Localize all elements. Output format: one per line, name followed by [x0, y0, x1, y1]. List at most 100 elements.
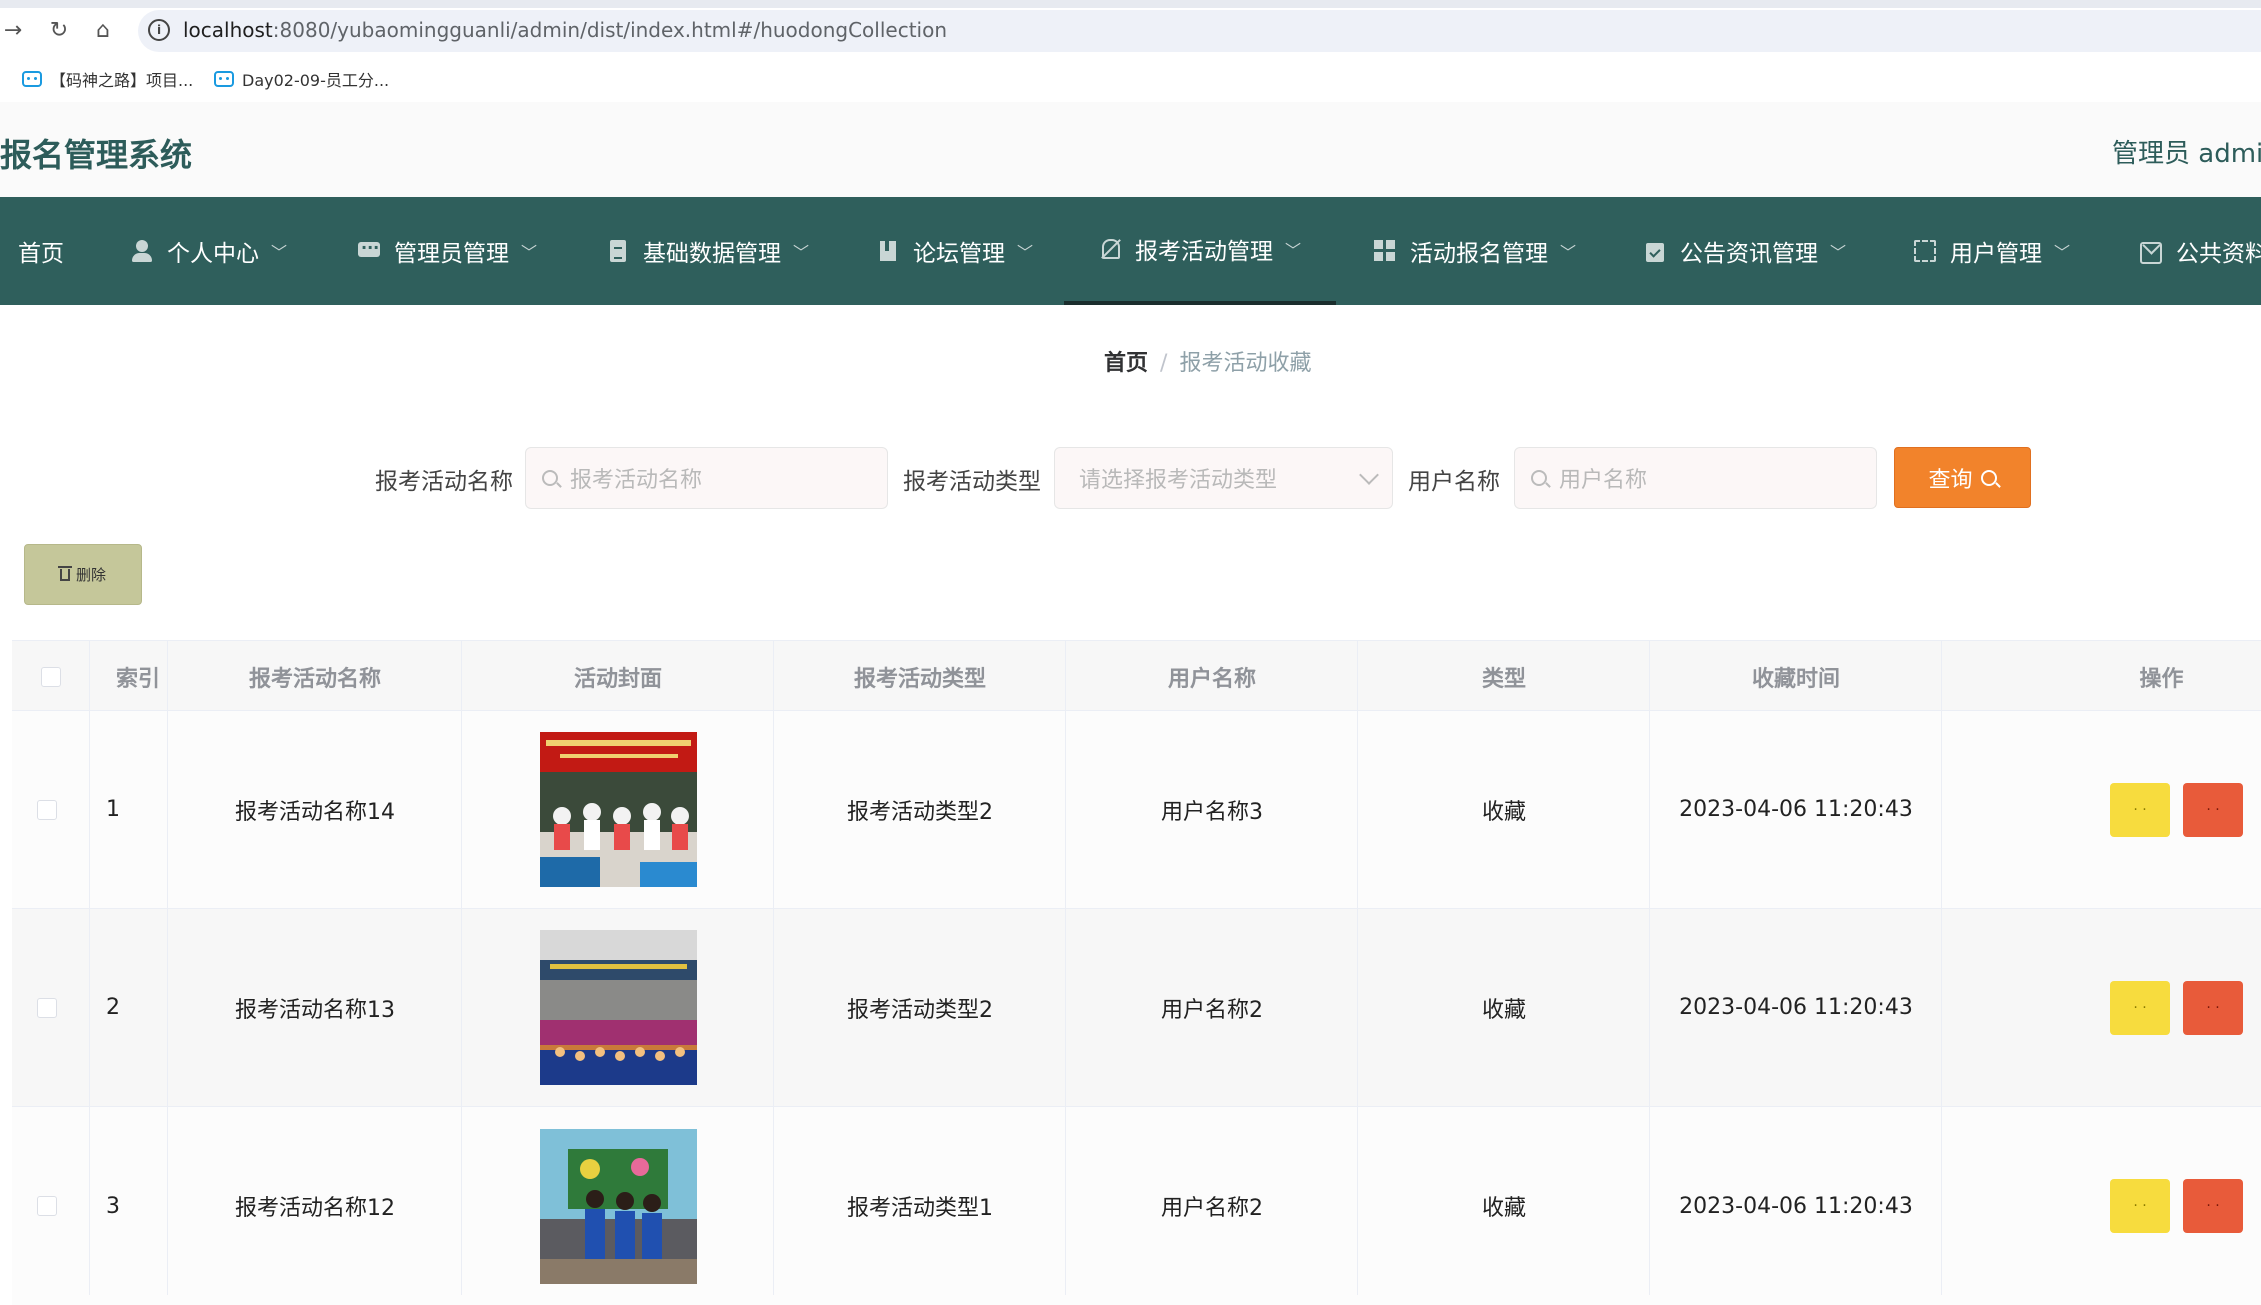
- row-index: 1: [106, 797, 120, 822]
- query-button[interactable]: 查询: [1894, 447, 2031, 508]
- column-divider: [89, 640, 90, 1295]
- column-header-username: 用户名称: [1167, 666, 1256, 692]
- chevron-down-icon: ﹀: [1560, 243, 1577, 262]
- delete-button-label: 删除: [75, 566, 106, 584]
- activity-cover-image[interactable]: [539, 732, 697, 887]
- search-icon: [1980, 469, 1997, 486]
- nav-item-forum[interactable]: 论坛管理 ﹀: [877, 197, 1033, 305]
- search-icon: [542, 470, 558, 486]
- delete-button[interactable]: · ·: [2183, 1179, 2243, 1233]
- column-header-cover: 活动封面: [573, 666, 662, 692]
- nav-item-label: 公告资讯管理: [1680, 241, 1818, 267]
- row-checkbox-cell: [12, 909, 82, 1106]
- bookmark-item[interactable]: 【码神之路】项目...: [22, 66, 193, 92]
- url-text[interactable]: localhost:8080/yubaomingguanli/admin/dis…: [183, 18, 947, 42]
- row-activity-type: 报考活动类型2: [847, 799, 993, 825]
- nav-item-label: 管理员管理: [394, 241, 509, 267]
- bell-off-icon: [1099, 238, 1121, 260]
- nav-item-public-materials[interactable]: 公共资料: [2140, 197, 2261, 305]
- row-collect-time: 2023-04-06 11:20:43: [1679, 797, 1913, 822]
- column-divider: [773, 640, 774, 1295]
- row-kind: 收藏: [1481, 1196, 1526, 1221]
- row-checkbox[interactable]: [37, 997, 57, 1018]
- row-username: 用户名称2: [1161, 1196, 1263, 1221]
- column-header-activity-name: 报考活动名称: [248, 666, 381, 692]
- user-icon: [131, 240, 153, 262]
- activity-cover-image[interactable]: [539, 1128, 697, 1284]
- column-divider: [167, 640, 168, 1295]
- username-label: 用户名称: [1408, 469, 1500, 495]
- home-icon[interactable]: ⌂: [90, 18, 116, 44]
- delete-button[interactable]: · ·: [2183, 783, 2243, 837]
- row-checkbox[interactable]: [37, 1196, 57, 1216]
- nav-item-home[interactable]: 首页: [18, 197, 64, 305]
- chevron-down-icon: ﹀: [2054, 243, 2071, 262]
- fullscreen-icon: [1914, 240, 1936, 262]
- nav-item-basic-data[interactable]: 基础数据管理 ﹀: [607, 197, 809, 305]
- nav-item-activity-management[interactable]: 报考活动管理 ﹀: [1064, 197, 1336, 305]
- nav-item-registration[interactable]: 活动报名管理 ﹀: [1374, 197, 1576, 305]
- column-header-actions: 操作: [2139, 666, 2184, 692]
- row-kind: 收藏: [1481, 799, 1526, 825]
- chevron-down-icon: [1359, 465, 1379, 485]
- nav-item-label: 首页: [18, 241, 64, 267]
- nav-item-admin-management[interactable]: 管理员管理 ﹀: [358, 197, 537, 305]
- breadcrumb-home[interactable]: 首页: [1104, 351, 1148, 376]
- row-cover-cell: [462, 711, 774, 908]
- reload-icon[interactable]: ↻: [46, 18, 72, 44]
- row-collect-time: 2023-04-06 11:20:43: [1679, 1193, 1913, 1219]
- activity-cover-image[interactable]: [539, 930, 697, 1085]
- column-divider: [1357, 640, 1358, 1295]
- book-icon: [877, 240, 899, 262]
- row-activity-name: 报考活动名称13: [235, 997, 395, 1023]
- grid-icon: [1374, 240, 1396, 262]
- nav-item-label: 报考活动管理: [1134, 239, 1273, 265]
- edit-button[interactable]: · ·: [2110, 981, 2170, 1035]
- activity-name-input[interactable]: 报考活动名称: [525, 447, 888, 509]
- nav-item-announcements[interactable]: 公告资讯管理 ﹀: [1644, 197, 1846, 305]
- row-activity-type: 报考活动类型2: [847, 997, 993, 1023]
- delete-button[interactable]: · ·: [2183, 981, 2243, 1035]
- batch-delete-button[interactable]: 删除: [24, 544, 142, 605]
- search-icon: [1531, 470, 1547, 486]
- chat-icon: [358, 234, 380, 262]
- nav-item-label: 用户管理: [1950, 241, 2042, 267]
- breadcrumb: 首页 / 报考活动收藏: [1104, 345, 1311, 377]
- edit-button[interactable]: · ·: [2110, 783, 2170, 837]
- bookmark-item[interactable]: Day02-09-员工分...: [214, 66, 389, 92]
- username-placeholder: 用户名称: [1559, 468, 1648, 493]
- username-input[interactable]: 用户名称: [1514, 447, 1877, 509]
- chevron-down-icon: ﹀: [1017, 243, 1034, 262]
- column-divider: [1649, 640, 1650, 1295]
- activity-name-label: 报考活动名称: [375, 469, 513, 495]
- activity-type-placeholder: 请选择报考活动类型: [1079, 468, 1278, 493]
- activity-type-select[interactable]: 请选择报考活动类型: [1054, 447, 1393, 509]
- row-checkbox[interactable]: [37, 799, 57, 820]
- select-all-checkbox[interactable]: [41, 666, 61, 687]
- column-header-collect-time: 收藏时间: [1751, 666, 1840, 692]
- row-activity-type: 报考活动类型1: [847, 1196, 993, 1221]
- nav-item-personal-center[interactable]: 个人中心 ﹀: [131, 197, 287, 305]
- table-row: 2 报考活动名称13 报考活动类型2 用户名称2 收藏 2023-04-06 1…: [12, 909, 2261, 1107]
- app-title: 预报名管理系统: [0, 136, 193, 174]
- nav-item-users[interactable]: 用户管理 ﹀: [1914, 197, 2070, 305]
- column-header-activity-type: 报考活动类型: [853, 666, 986, 692]
- chevron-down-icon: ﹀: [1284, 241, 1301, 260]
- edit-button[interactable]: · ·: [2110, 1179, 2170, 1233]
- row-checkbox-cell: [12, 711, 82, 908]
- column-divider: [1065, 640, 1066, 1295]
- row-index: 2: [106, 995, 120, 1020]
- column-divider: [461, 640, 462, 1295]
- chevron-down-icon: ﹀: [793, 243, 810, 262]
- table-row: 1 报考活动名称14 报考活动类型2 用户名称3 收藏 2023-04-06 1…: [12, 711, 2261, 909]
- breadcrumb-separator: /: [1160, 351, 1168, 376]
- forward-icon[interactable]: →: [0, 18, 26, 44]
- row-activity-name: 报考活动名称12: [235, 1196, 395, 1221]
- row-index: 3: [106, 1193, 120, 1219]
- site-info-icon[interactable]: i: [148, 19, 170, 41]
- nav-item-label: 基础数据管理: [643, 241, 781, 267]
- collection-table: 索引 报考活动名称 活动封面 报考活动类型 用户名称 类型 收藏时间 操作 1 …: [12, 640, 2261, 1305]
- trash-icon: [57, 565, 72, 581]
- browser-tab-strip: [0, 0, 2261, 8]
- admin-label[interactable]: 管理员 admin: [2112, 133, 2261, 170]
